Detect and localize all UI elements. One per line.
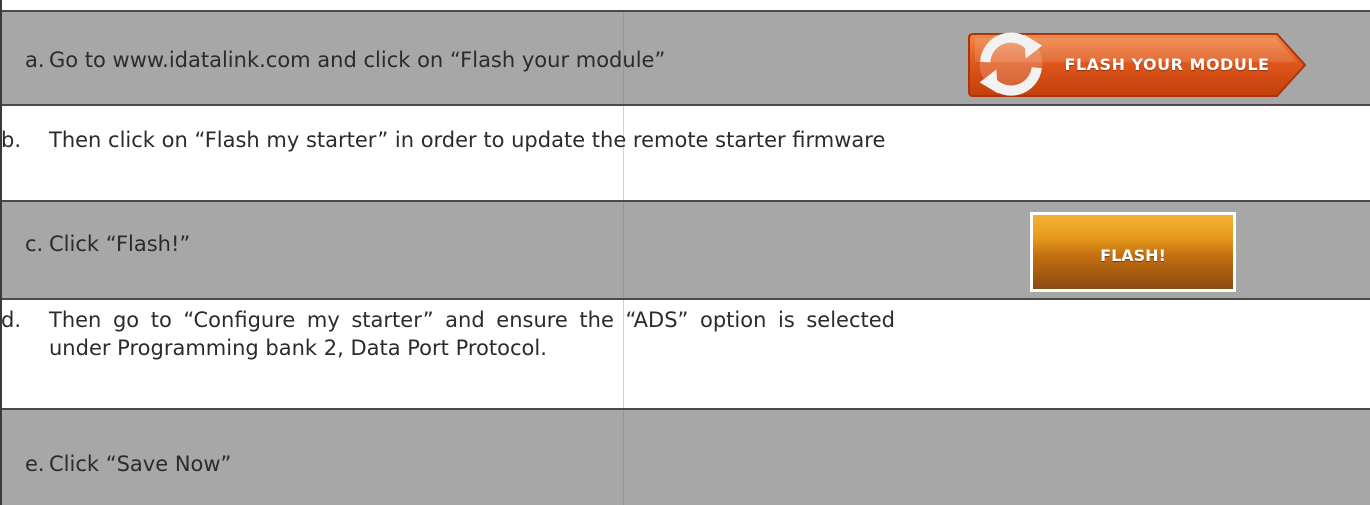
step-letter: b. — [1, 128, 22, 152]
step-letter: a. — [25, 48, 45, 72]
step-description: Click “Flash!” — [49, 232, 191, 256]
step-description: Then go to “Configure my starter” and en… — [49, 308, 895, 360]
refresh-arrows-icon — [979, 32, 1043, 96]
step-text-c: c. Click “Flash!” — [2, 230, 872, 258]
instruction-steps: a. Go to www.idatalink.com and click on “… — [0, 0, 1370, 505]
step-letter: d. — [1, 308, 22, 332]
step-letter: e. — [25, 452, 45, 476]
step-row-a: a. Go to www.idatalink.com and click on “… — [2, 10, 1370, 104]
step-row-d: d. Then go to “Configure my starter” and … — [1, 298, 1370, 408]
flash-your-module-button[interactable]: FLASH YOUR MODULE — [967, 32, 1307, 98]
step-description: Then click on “Flash my starter” in orde… — [49, 128, 886, 152]
flash-button-label: FLASH! — [1100, 245, 1166, 265]
step-row-e: e. Click “Save Now” — [2, 408, 1370, 505]
flash-your-module-label: FLASH YOUR MODULE — [1064, 55, 1270, 74]
step-description: Click “Save Now” — [49, 452, 232, 476]
step-text-e: e. Click “Save Now” — [2, 450, 872, 478]
step-row-b: b. Then click on “Flash my starter” in or… — [1, 104, 1370, 200]
step-text-a: a. Go to www.idatalink.com and click on “… — [2, 46, 872, 74]
step-description: Go to www.idatalink.com and click on “Fl… — [49, 48, 666, 72]
step-letter: c. — [25, 232, 44, 256]
step-text-b: b. Then click on “Flash my starter” in or… — [1, 126, 895, 154]
step-text-d: d. Then go to “Configure my starter” and … — [1, 306, 895, 362]
flash-button[interactable]: FLASH! — [1030, 212, 1236, 292]
